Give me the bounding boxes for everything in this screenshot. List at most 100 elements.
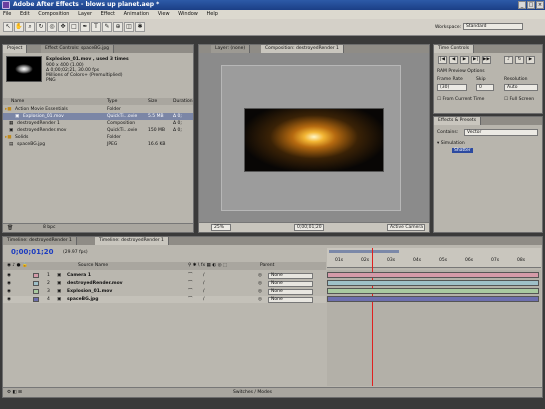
label-color-swatch[interactable] — [33, 297, 39, 302]
label-color-swatch[interactable] — [33, 289, 39, 294]
maximize-button[interactable]: □ — [527, 1, 535, 9]
tab-composition[interactable]: Composition: destroyedRender 1 — [261, 45, 344, 53]
layer-duration-bar[interactable] — [327, 288, 539, 294]
puppet-tool-icon[interactable]: ✱ — [135, 22, 145, 32]
audio-button[interactable]: ♪ — [504, 56, 513, 64]
from-current-checkbox[interactable]: ☐ From Current Time — [437, 96, 484, 103]
eye-icon[interactable]: ◉ — [7, 296, 11, 303]
list-item[interactable]: ▣ Explosion_01.mov QuickTi...ovie 5.5 MB… — [3, 113, 193, 120]
timeline-current-time[interactable]: 0;00;01;20 — [11, 248, 54, 256]
pen-tool-icon[interactable]: ✒ — [80, 22, 90, 32]
timeline-layer-row[interactable]: ◉ 1 ▣ Camera 1 ⌒ / ◎ None — [3, 272, 326, 279]
current-time-indicator[interactable] — [371, 248, 373, 386]
list-item[interactable]: ▦ destroyedRender 1 Composition Δ 0; — [3, 120, 193, 127]
menu-composition[interactable]: Composition — [38, 11, 69, 17]
minimize-button[interactable]: _ — [518, 1, 526, 9]
shy-switch-icon[interactable]: ⌒ — [188, 288, 193, 295]
parent-pickwhip-icon[interactable]: ◎ — [258, 296, 262, 303]
list-item[interactable]: ▣ destroyedRender.mov QuickTi...ovie 150… — [3, 127, 193, 134]
orbit-camera-tool-icon[interactable]: ◎ — [47, 22, 57, 32]
layer-name[interactable]: destroyedRender.mov — [67, 280, 123, 287]
tab-effects-presets[interactable]: Effects & Presets — [434, 117, 482, 125]
tab-timeline-2[interactable]: Timeline: destroyedRender 1 — [95, 237, 169, 245]
layer-duration-bar[interactable] — [327, 272, 539, 278]
time-ruler[interactable]: 01s 02s 03s 04s 05s 06s 07s 08s — [327, 248, 541, 268]
work-area-bar[interactable] — [329, 250, 399, 253]
workspace-select[interactable]: Standard — [463, 23, 523, 30]
layer-name[interactable]: Explosion_01.mov — [67, 288, 112, 295]
menu-layer[interactable]: Layer — [78, 11, 92, 17]
parent-select[interactable]: None — [268, 281, 313, 287]
menu-animation[interactable]: Animation — [124, 11, 150, 17]
brush-tool-icon[interactable]: ✎ — [102, 22, 112, 32]
mask-tool-icon[interactable]: □ — [69, 22, 79, 32]
effects-category[interactable]: ▾ Simulation — [437, 140, 465, 147]
menu-help[interactable]: Help — [206, 11, 217, 17]
skip-field[interactable]: 0 — [476, 84, 494, 91]
selection-tool-icon[interactable]: ↖ — [3, 22, 13, 32]
label-color-swatch[interactable] — [33, 281, 39, 286]
tab-layer[interactable]: Layer: (none) — [211, 45, 251, 53]
col-duration[interactable]: Duration — [173, 98, 193, 105]
label-color-swatch[interactable] — [33, 273, 39, 278]
eye-icon[interactable]: ◉ — [7, 280, 11, 287]
timeline-layer-row[interactable]: ◉ 4 ▣ spaceBG.jpg ⌒ / ◎ None — [3, 296, 326, 303]
tab-time-controls[interactable]: Time Controls — [434, 45, 475, 53]
col-parent[interactable]: Parent — [260, 262, 274, 270]
next-frame-button[interactable]: ▶| — [471, 56, 480, 64]
effects-search-input[interactable]: Vector — [464, 129, 538, 136]
prev-frame-button[interactable]: ◀ — [449, 56, 458, 64]
menu-edit[interactable]: Edit — [20, 11, 30, 17]
menu-view[interactable]: View — [158, 11, 170, 17]
shy-switch-icon[interactable]: ⌒ — [188, 296, 193, 303]
list-item[interactable]: ▸■ Action Movie Essentials Folder — [3, 106, 193, 113]
menu-file[interactable]: File — [3, 11, 11, 17]
bit-depth-button[interactable]: 8 bpc — [43, 225, 55, 230]
menu-effect[interactable]: Effect — [101, 11, 115, 17]
tab-effect-controls[interactable]: Effect Controls: spaceBG.jpg — [41, 45, 115, 53]
viewer-timecode[interactable]: 0;00;01;20 — [294, 224, 324, 231]
list-item[interactable]: ▸■ Solids Folder — [3, 134, 193, 141]
last-frame-button[interactable]: ▶▶ — [482, 56, 491, 64]
quality-switch-icon[interactable]: / — [203, 296, 205, 303]
ram-preview-button[interactable]: ▶ — [526, 56, 535, 64]
col-type[interactable]: Type — [107, 98, 117, 105]
play-button[interactable]: ▶ — [460, 56, 469, 64]
col-source-name[interactable]: Source Name — [78, 262, 108, 270]
resolution-select[interactable]: Auto — [504, 84, 538, 91]
full-screen-checkbox[interactable]: ☐ Full Screen — [504, 96, 534, 103]
eraser-tool-icon[interactable]: ◫ — [124, 22, 134, 32]
text-tool-icon[interactable]: T — [91, 22, 101, 32]
menu-window[interactable]: Window — [178, 11, 198, 17]
parent-select[interactable]: None — [268, 273, 313, 279]
rotate-tool-icon[interactable]: ↻ — [36, 22, 46, 32]
parent-select[interactable]: None — [268, 297, 313, 303]
tab-timeline-1[interactable]: Timeline: destroyedRender 1 — [3, 237, 77, 245]
first-frame-button[interactable]: |◀ — [438, 56, 447, 64]
camera-select[interactable]: Active Camera — [387, 224, 425, 231]
frame-rate-select[interactable]: (30) — [437, 84, 467, 91]
pan-behind-tool-icon[interactable]: ✥ — [58, 22, 68, 32]
shy-switch-icon[interactable]: ⌒ — [188, 280, 193, 287]
comp-canvas[interactable] — [221, 65, 401, 211]
loop-button[interactable]: ↻ — [515, 56, 524, 64]
eye-icon[interactable]: ◉ — [7, 272, 11, 279]
hand-tool-icon[interactable]: ✋ — [14, 22, 24, 32]
col-name[interactable]: Name — [11, 98, 24, 105]
layer-name[interactable]: spaceBG.jpg — [67, 296, 98, 303]
zoom-select[interactable]: 25% — [211, 224, 231, 231]
parent-pickwhip-icon[interactable]: ◎ — [258, 280, 262, 287]
quality-switch-icon[interactable]: / — [203, 272, 205, 279]
col-size[interactable]: Size — [148, 98, 157, 105]
parent-select[interactable]: None — [268, 289, 313, 295]
close-button[interactable]: × — [536, 1, 544, 9]
trash-icon[interactable]: 🗑 — [7, 225, 13, 231]
parent-pickwhip-icon[interactable]: ◎ — [258, 272, 262, 279]
eye-icon[interactable]: ◉ — [7, 288, 11, 295]
tab-project[interactable]: Project — [3, 45, 28, 53]
timeline-layer-row[interactable]: ◉ 2 ▣ destroyedRender.mov ⌒ / ◎ None — [3, 280, 326, 287]
timeline-layer-row[interactable]: ◉ 3 ▣ Explosion_01.mov ⌒ / ◎ None — [3, 288, 326, 295]
shy-switch-icon[interactable]: ⌒ — [188, 272, 193, 279]
zoom-tool-icon[interactable]: ⌕ — [25, 22, 35, 32]
layer-duration-bar[interactable] — [327, 296, 539, 302]
